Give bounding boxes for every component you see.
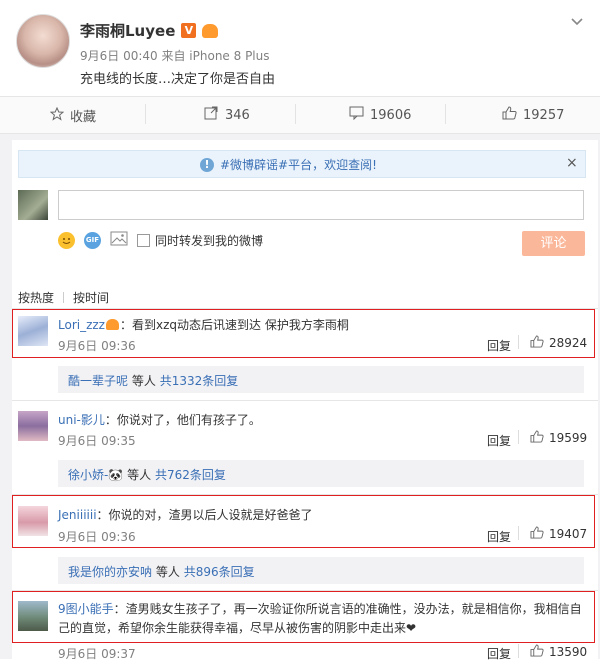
commenter-avatar[interactable] bbox=[18, 411, 48, 441]
chevron-down-icon[interactable] bbox=[570, 14, 584, 28]
comment-button[interactable]: 19606 bbox=[349, 106, 411, 124]
commenter-name[interactable]: uni-影儿 bbox=[58, 413, 105, 427]
reply-button[interactable]: 回复 bbox=[487, 528, 511, 545]
commenter-name[interactable]: Jeniiiiii bbox=[58, 508, 97, 522]
comment-like-button[interactable]: 28924 bbox=[530, 335, 587, 351]
comment-like-count: 19599 bbox=[549, 431, 588, 445]
image-icon[interactable] bbox=[110, 231, 128, 250]
comment-icon bbox=[349, 106, 364, 124]
comment-like-count: 19407 bbox=[549, 527, 588, 541]
gif-icon[interactable]: GIF bbox=[84, 232, 101, 249]
commenter-name[interactable]: Lori_zzz bbox=[58, 318, 105, 332]
comment-like-button[interactable]: 19599 bbox=[530, 430, 587, 446]
commenter-avatar[interactable] bbox=[18, 506, 48, 536]
author-avatar[interactable] bbox=[16, 14, 70, 68]
comment-body: Jeniiiiii：你说的对，渣男以后人设就是好爸爸了 bbox=[58, 506, 313, 523]
sync-repost-checkbox[interactable] bbox=[137, 234, 150, 247]
commenter-avatar[interactable] bbox=[18, 316, 48, 346]
emoji-icon[interactable] bbox=[58, 232, 75, 249]
submit-comment-button[interactable]: 评论 bbox=[522, 231, 585, 256]
comment-like-button[interactable]: 13590 bbox=[530, 644, 587, 660]
star-icon bbox=[49, 106, 65, 125]
sync-repost-label: 同时转发到我的微博 bbox=[155, 234, 264, 248]
comment-text: ：渣男贱女生孩子了，再一次验证你所说言语的准确性，没办法，就是相信你，我相信自己… bbox=[58, 602, 582, 635]
comment-text: ：看到xzq动态后讯速到达 保护我方李雨桐 bbox=[119, 318, 349, 332]
reply-user[interactable]: 我是你的亦安呐 bbox=[68, 565, 152, 579]
reply-user[interactable]: 酷一辈子呢 bbox=[68, 374, 128, 388]
comment-time: 9月6日 09:36 bbox=[58, 530, 136, 544]
reply-count-link[interactable]: 共1332条回复 bbox=[160, 374, 239, 388]
repost-button[interactable]: 346 bbox=[204, 106, 250, 124]
info-icon: ! bbox=[200, 157, 214, 172]
reply-etc: 等人 bbox=[131, 374, 156, 388]
rumor-notice-link[interactable]: #微博辟谣#平台，欢迎查阅! bbox=[220, 156, 377, 173]
favorite-button[interactable]: 收藏 bbox=[49, 106, 97, 125]
author-name[interactable]: 李雨桐Luyee bbox=[80, 20, 175, 41]
like-count: 19257 bbox=[523, 107, 565, 123]
thumbs-up-icon bbox=[530, 644, 544, 660]
sort-divider bbox=[63, 292, 65, 303]
reply-button[interactable]: 回复 bbox=[487, 645, 511, 662]
sort-hot-tab[interactable]: 按热度 bbox=[18, 289, 54, 306]
reply-count-link[interactable]: 共896条回复 bbox=[184, 565, 255, 579]
comment-like-button[interactable]: 19407 bbox=[530, 526, 587, 542]
reply-button[interactable]: 回复 bbox=[487, 432, 511, 449]
post-text: 充电线的长度…决定了你是否自由 bbox=[80, 72, 276, 87]
thumbs-up-icon bbox=[502, 106, 517, 124]
reply-user[interactable]: 徐小娇-🐼 bbox=[68, 468, 123, 482]
comment-like-count: 28924 bbox=[549, 336, 588, 350]
comment-body: uni-影儿：你说对了，他们有孩子了。 bbox=[58, 411, 261, 428]
member-crown-icon bbox=[202, 23, 219, 38]
comment-body: 9图小能手：渣男贱女生孩子了，再一次验证你所说言语的准确性，没办法，就是相信你，… bbox=[58, 600, 584, 638]
comment-time: 9月6日 09:37 bbox=[58, 647, 136, 661]
comment-body: Lori_zzz ：看到xzq动态后讯速到达 保护我方李雨桐 bbox=[58, 316, 349, 333]
thumbs-up-icon bbox=[530, 430, 544, 446]
my-avatar bbox=[18, 190, 48, 220]
comment-time: 9月6日 09:35 bbox=[58, 434, 136, 448]
comment-text: ：你说对了，他们有孩子了。 bbox=[104, 413, 261, 427]
verified-badge-icon: V bbox=[181, 23, 197, 38]
reply-etc: 等人 bbox=[127, 468, 152, 482]
commenter-name[interactable]: 9图小能手 bbox=[58, 602, 114, 616]
favorite-label: 收藏 bbox=[70, 110, 97, 125]
repost-icon bbox=[204, 106, 219, 124]
comment-like-count: 13590 bbox=[549, 645, 588, 659]
commenter-avatar[interactable] bbox=[18, 601, 48, 631]
reply-count-link[interactable]: 共762条回复 bbox=[155, 468, 226, 482]
thumbs-up-icon bbox=[530, 335, 544, 351]
post-meta: 9月6日 00:40 来自 iPhone 8 Plus bbox=[80, 49, 270, 63]
close-icon[interactable]: × bbox=[566, 155, 578, 171]
like-button[interactable]: 19257 bbox=[502, 106, 564, 124]
reply-etc: 等人 bbox=[155, 565, 180, 579]
comment-text: ：你说的对，渣男以后人设就是好爸爸了 bbox=[96, 508, 313, 522]
repost-count: 346 bbox=[225, 107, 250, 123]
comment-input[interactable] bbox=[58, 190, 584, 220]
comment-time: 9月6日 09:36 bbox=[58, 339, 136, 353]
reply-button[interactable]: 回复 bbox=[487, 337, 511, 354]
sort-time-tab[interactable]: 按时间 bbox=[73, 289, 109, 306]
thumbs-up-icon bbox=[530, 526, 544, 542]
comment-count: 19606 bbox=[370, 107, 412, 123]
member-crown-icon bbox=[105, 319, 119, 330]
